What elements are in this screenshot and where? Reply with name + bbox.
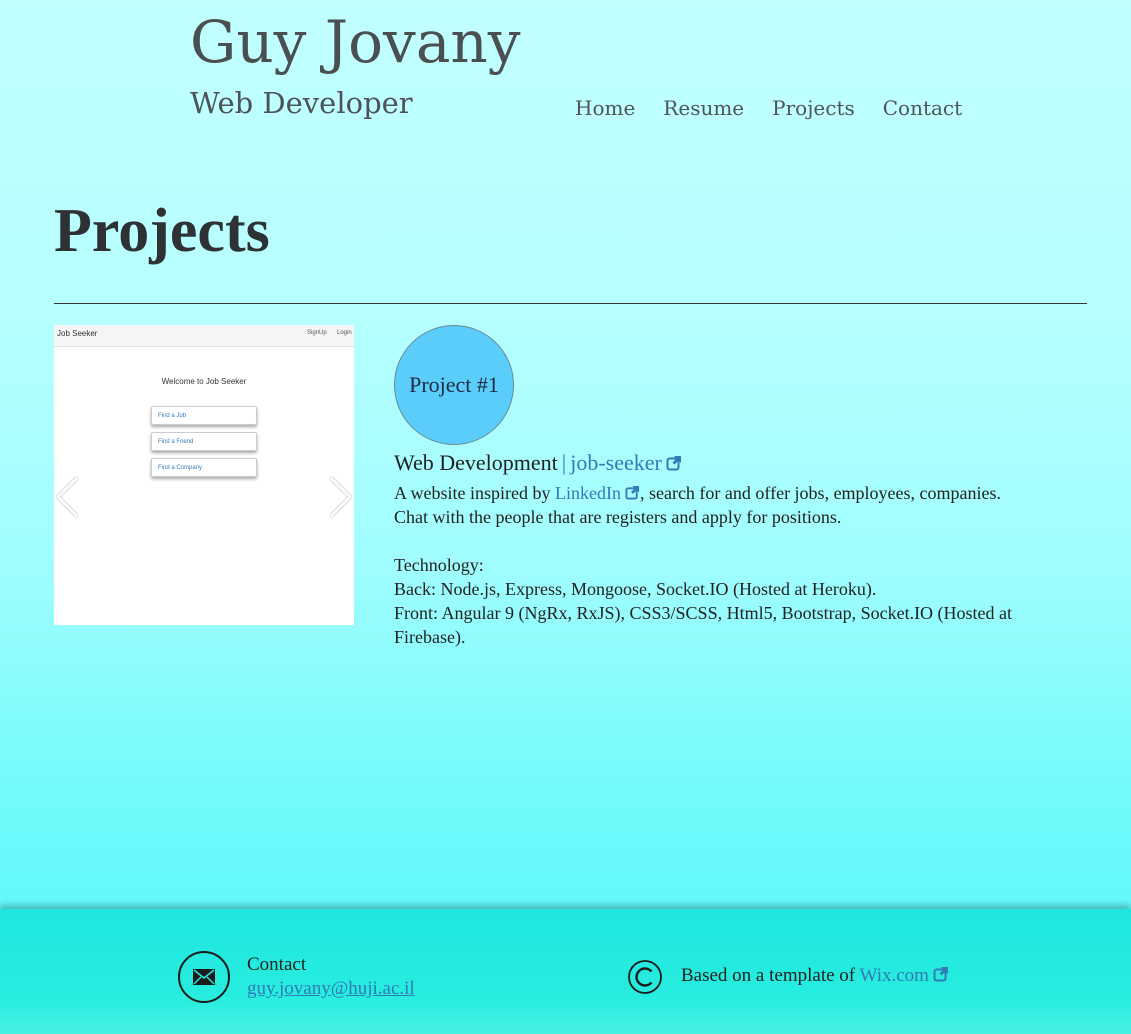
linkedin-link-text: LinkedIn [554,483,621,503]
project-category: Web Development [394,450,558,475]
screenshot-welcome: Welcome to Job Seeker [161,377,247,386]
screenshot-brand: Job Seeker [57,329,98,338]
screenshot-login-link: Login [337,330,352,336]
carousel-prev-button[interactable] [54,475,82,519]
mail-icon-circle [178,951,230,1003]
description-line-2: Chat with the people that are registers … [394,507,842,527]
main-nav: Home Resume Projects Contact [575,96,962,120]
site-header: Guy Jovany Web Developer Home Resume Pro… [0,0,1131,160]
external-link-icon [933,967,948,982]
heading-separator: | [561,450,567,475]
site-tagline: Web Developer [190,86,413,120]
nav-contact[interactable]: Contact [883,96,962,120]
page-title: Projects [54,197,270,265]
description-line-1: A website inspired by LinkedIn , search f… [394,481,1086,505]
project-heading: Web Development | job-seeker [394,450,682,476]
site-footer: Contact guy.jovany@huji.ac.il Based on a… [0,909,1131,1034]
nav-resume[interactable]: Resume [663,96,744,120]
description-suffix: , search for and offer jobs, employees, … [639,483,1002,503]
project-link-text: job-seeker [570,450,662,475]
project-description: A website inspired by LinkedIn , search f… [394,481,1086,649]
chevron-right-icon [330,477,352,517]
title-divider [54,303,1087,304]
carousel-next-button[interactable] [326,475,354,519]
chevron-left-icon [56,477,78,517]
project-number: Project #1 [409,372,499,397]
description-prefix: A website inspired by [394,483,555,503]
contact-email-link[interactable]: guy.jovany@huji.ac.il [247,978,415,1000]
wix-link[interactable]: Wix.com [860,965,949,986]
screenshot-find-job-button: Find a Job [151,406,257,425]
envelope-icon [193,969,215,985]
technology-label: Technology: [394,555,484,575]
screenshot-navbar: Job Seeker SignUp Login [54,325,354,347]
external-link-icon [625,485,640,500]
linkedin-link[interactable]: LinkedIn [555,483,640,503]
template-credit-prefix: Based on a template of [681,965,860,986]
nav-projects[interactable]: Projects [772,96,855,120]
screenshot-find-friend-button: Find a Friend [151,432,257,451]
copyright-icon [628,960,662,994]
contact-label: Contact [247,954,307,975]
external-link-icon [666,456,681,471]
project-carousel: Job Seeker SignUp Login Welcome to Job S… [54,325,354,625]
site-name: Guy Jovany [190,8,521,76]
screenshot-signup-link: SignUp [307,330,327,336]
technology-front: Front: Angular 9 (NgRx, RxJS), CSS3/SCSS… [394,603,1013,647]
screenshot-find-company-button: Find a Company [151,458,257,477]
project-link[interactable]: job-seeker [570,450,682,475]
wix-link-text: Wix.com [859,965,929,986]
project-number-badge: Project #1 [394,325,514,445]
template-credit: Based on a template of Wix.com [681,965,949,987]
technology-back: Back: Node.js, Express, Mongoose, Socket… [394,579,877,599]
nav-home[interactable]: Home [575,96,635,120]
